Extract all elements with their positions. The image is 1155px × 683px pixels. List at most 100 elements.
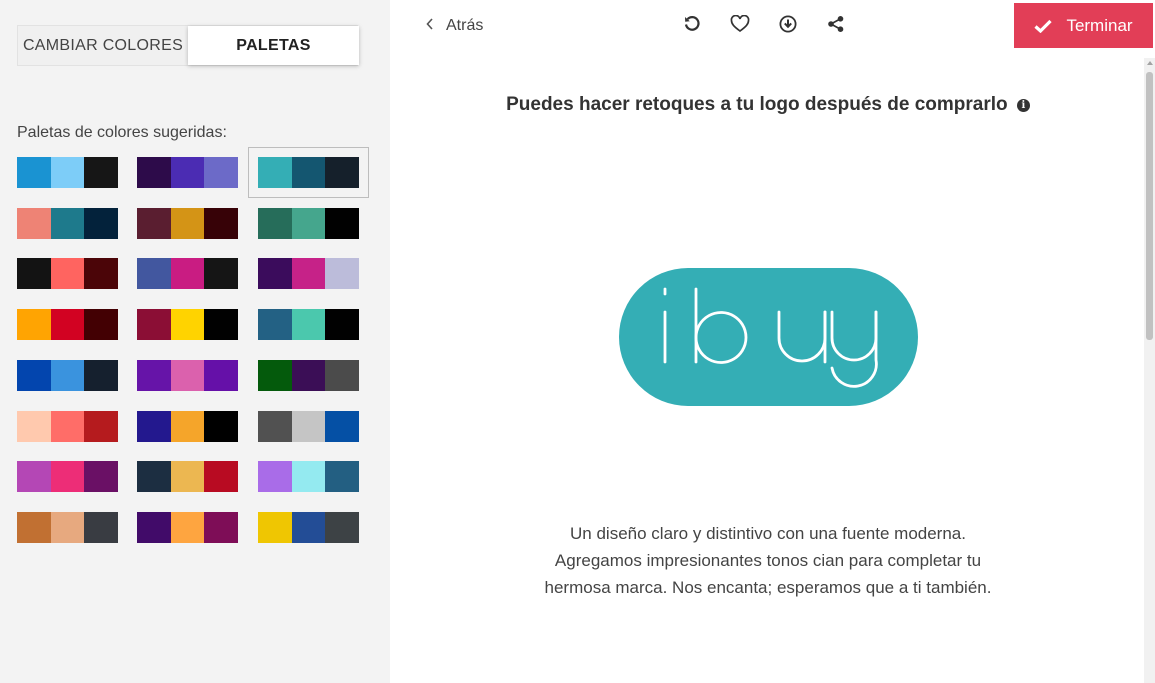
tab-paletas[interactable]: PALETAS	[188, 26, 359, 65]
palette-swatch	[84, 258, 119, 289]
logo-description: Un diseño claro y distintivo con una fue…	[544, 524, 992, 597]
palette-swatch	[137, 258, 171, 289]
palette-swatch	[204, 360, 239, 391]
palette-swatch	[170, 309, 205, 340]
palette-option[interactable]	[17, 461, 119, 492]
palette-option[interactable]	[17, 411, 119, 442]
palette-option[interactable]	[137, 461, 239, 492]
back-label: Atrás	[446, 17, 484, 34]
palette-swatch	[137, 208, 171, 239]
palette-option[interactable]	[137, 512, 239, 543]
palette-swatch	[325, 360, 360, 391]
palette-option[interactable]	[258, 309, 360, 340]
palette-swatch	[325, 309, 360, 340]
palette-swatch	[84, 512, 119, 543]
palette-swatch	[291, 360, 326, 391]
palette-swatch	[84, 208, 119, 239]
palette-swatch	[137, 157, 171, 188]
download-icon[interactable]	[776, 12, 800, 36]
palette-swatch	[50, 411, 85, 442]
palette-swatch	[17, 157, 51, 188]
palette-option[interactable]	[137, 360, 239, 391]
palette-swatch	[291, 512, 326, 543]
palette-swatch	[204, 309, 239, 340]
palette-option[interactable]	[17, 360, 119, 391]
palette-swatch	[84, 309, 119, 340]
palette-swatch	[204, 258, 239, 289]
tab-cambiar-colores[interactable]: CAMBIAR COLORES	[18, 26, 188, 65]
palette-option[interactable]	[17, 309, 119, 340]
palette-swatch	[170, 157, 205, 188]
palette-swatch	[50, 157, 85, 188]
palette-option[interactable]	[258, 512, 360, 543]
palette-swatch	[50, 258, 85, 289]
palette-option[interactable]	[137, 208, 239, 239]
palette-swatch	[258, 309, 292, 340]
palette-swatch	[84, 360, 119, 391]
palette-swatch	[17, 512, 51, 543]
palette-swatch	[50, 360, 85, 391]
logo-preview: ibuy	[619, 268, 918, 406]
palette-swatch	[17, 360, 51, 391]
palette-swatch	[170, 208, 205, 239]
palette-swatch	[84, 411, 119, 442]
palette-option[interactable]	[258, 208, 360, 239]
palette-swatch	[84, 461, 119, 492]
palette-option[interactable]	[248, 147, 369, 198]
scrollbar-thumb[interactable]	[1146, 72, 1153, 340]
palette-swatch	[137, 461, 171, 492]
palette-swatch	[258, 360, 292, 391]
logo-artwork	[663, 287, 878, 388]
palette-swatch	[291, 411, 326, 442]
scrollbar[interactable]	[1144, 58, 1155, 683]
sidebar: CAMBIAR COLORES PALETAS Paletas de color…	[0, 0, 390, 683]
palette-swatch	[170, 512, 205, 543]
palettes-heading: Paletas de colores sugeridas:	[17, 124, 227, 141]
palette-swatch	[84, 157, 119, 188]
palette-swatch	[325, 512, 360, 543]
palette-option[interactable]	[258, 258, 360, 289]
palette-option[interactable]	[137, 309, 239, 340]
palette-swatch	[204, 208, 239, 239]
palette-swatch	[170, 360, 205, 391]
palette-swatch	[291, 157, 326, 188]
finish-label: Terminar	[1066, 15, 1133, 35]
heart-icon[interactable]	[728, 12, 752, 36]
scroll-up-arrow-icon[interactable]	[1147, 61, 1153, 65]
palette-option[interactable]	[17, 512, 119, 543]
palette-swatch	[137, 512, 171, 543]
palette-option[interactable]	[137, 411, 239, 442]
undo-icon[interactable]	[680, 12, 704, 36]
palette-option[interactable]	[17, 208, 119, 239]
palette-option[interactable]	[137, 258, 239, 289]
back-button[interactable]: Atrás	[426, 17, 483, 35]
palette-swatch	[291, 208, 326, 239]
palette-swatch	[204, 157, 239, 188]
chevron-left-icon	[426, 17, 434, 35]
palette-swatch	[170, 461, 205, 492]
palette-swatch	[325, 461, 360, 492]
page-headline: Puedes hacer retoques a tu logo después …	[390, 94, 1146, 116]
palette-swatch	[137, 411, 171, 442]
palette-option[interactable]	[258, 411, 360, 442]
palette-option[interactable]	[17, 157, 119, 188]
palette-option[interactable]	[258, 461, 360, 492]
palette-swatch	[50, 208, 85, 239]
finish-button[interactable]: Terminar	[1014, 3, 1153, 48]
share-icon[interactable]	[824, 12, 848, 36]
palette-swatch	[291, 461, 326, 492]
palette-swatch	[258, 157, 292, 188]
toolbar	[680, 12, 872, 36]
main-panel: Atrás Terminar Puedes hacer retoques a t…	[390, 0, 1155, 683]
info-icon[interactable]: i	[1016, 99, 1030, 112]
palette-option[interactable]	[137, 157, 239, 188]
palette-swatch	[50, 512, 85, 543]
palette-swatch	[17, 411, 51, 442]
palette-swatch	[258, 258, 292, 289]
palette-swatch	[170, 258, 205, 289]
palette-option[interactable]	[17, 258, 119, 289]
tab-bar: CAMBIAR COLORES PALETAS	[17, 25, 359, 66]
palette-swatch	[204, 461, 239, 492]
palette-option[interactable]	[258, 360, 360, 391]
palette-swatch	[325, 208, 360, 239]
